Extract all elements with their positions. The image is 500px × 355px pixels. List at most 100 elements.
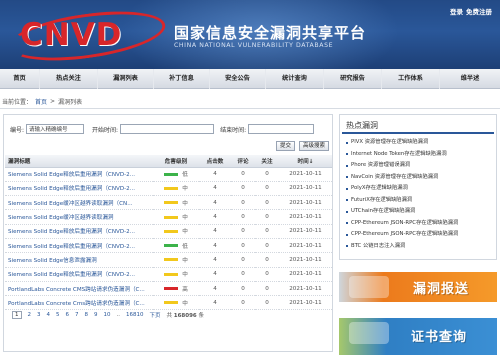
hot-vuln-item[interactable]: PolyX存在逻辑缺陷漏洞: [346, 183, 496, 195]
hot-vuln-item[interactable]: Phore 资源管理错误漏洞: [346, 160, 496, 172]
nav-item-misc[interactable]: 维半述: [440, 69, 500, 89]
nav-item-system[interactable]: 工作体系: [382, 69, 440, 89]
severity-indicator: 中: [164, 299, 188, 307]
page-10[interactable]: 10: [104, 312, 111, 318]
date-cell: 2021-10-11: [279, 167, 332, 182]
severity-label: 中: [182, 272, 188, 279]
page-6[interactable]: 6: [66, 312, 70, 318]
hot-vuln-item[interactable]: CPP-Ethereum JSON-RPC存在逻辑缺陷漏洞: [346, 218, 496, 230]
id-input[interactable]: [26, 124, 85, 134]
table-row[interactable]: Siemens Solid Edge信息泄露漏洞中 4 0 0 2021-10-11: [5, 252, 332, 268]
clicks-cell: 4: [199, 238, 231, 254]
col-date[interactable]: 时间↓: [279, 155, 332, 168]
severity-cell: 中: [153, 181, 199, 197]
follows-cell: 0: [255, 267, 279, 282]
hot-vuln-item[interactable]: UTChain存在逻辑缺陷漏洞: [346, 206, 496, 218]
vuln-title-link[interactable]: Siemens Solid Edge释放后重用漏洞（CNVD-2...: [5, 181, 153, 197]
col-follows[interactable]: 关注: [255, 155, 279, 168]
vuln-title-link[interactable]: Siemens Solid Edge释放后重用漏洞（CNVD-2...: [5, 167, 153, 182]
hot-vuln-panel: 热点漏洞 PIVX 资源管理存在逻辑缺陷漏洞 Internet Node Toke…: [339, 114, 497, 260]
table-row[interactable]: Siemens Solid Edge释放后重用漏洞（CNVD-2... 中 4 0 0 2…: [5, 224, 332, 239]
hot-vuln-label: Internet Node Token存在逻辑缺陷漏洞: [351, 150, 447, 157]
table-row[interactable]: Siemens Solid Edge释放后重用漏洞（CNVD-2... 低 4 0 0 2…: [5, 167, 332, 182]
search-form: 编号: 开始时间: 结束时间:: [10, 124, 315, 134]
page-8[interactable]: 8: [85, 312, 89, 318]
table-row[interactable]: Siemens Solid Edge释放后重用漏洞（CNVD-2... 中 4 0 0 2…: [5, 267, 332, 282]
table-row[interactable]: Siemens Solid Edge释放后重用漏洞（CNVD-2... 低 4 0 0 2…: [5, 238, 332, 254]
page-5[interactable]: 5: [56, 312, 60, 318]
vuln-title-link[interactable]: Siemens Solid Edge释放后重用漏洞（CNVD-2...: [5, 238, 153, 254]
nav-item-patch[interactable]: 补丁信息: [154, 69, 210, 89]
end-time-input[interactable]: [248, 124, 315, 134]
hot-vuln-item[interactable]: CPP-Ethereum JSON-RPC存在逻辑缺陷漏洞: [346, 229, 496, 241]
breadcrumb-home[interactable]: 首页: [35, 97, 47, 106]
follows-cell: 0: [255, 195, 279, 211]
vuln-title-link[interactable]: Siemens Solid Edge释放后重用漏洞（CNVD-2...: [5, 267, 153, 282]
hot-vuln-item[interactable]: Internet Node Token存在逻辑缺陷漏洞: [346, 149, 496, 161]
page-last[interactable]: 16810: [126, 312, 144, 318]
follows-cell: 0: [255, 252, 279, 268]
cert-banner[interactable]: 证书查询: [339, 318, 497, 355]
table-row[interactable]: PortlandLabs Concrete Cms跨站请求伪造漏洞（C... 中 4…: [5, 295, 332, 311]
vuln-title-link[interactable]: Siemens Solid Edge信息泄露漏洞: [5, 252, 153, 268]
table-header-row: 漏洞标题 危害级别 点击数 评论 关注 时间↓: [5, 155, 332, 168]
col-comments[interactable]: 评论: [231, 155, 255, 168]
hot-vuln-item[interactable]: FuturiX存在逻辑缺陷漏洞: [346, 195, 496, 207]
follows-cell: 0: [255, 224, 279, 239]
severity-bar: [164, 229, 179, 233]
id-label: 编号:: [10, 126, 25, 134]
nav-item-stats[interactable]: 统计查询: [266, 69, 324, 89]
vuln-title-link[interactable]: Siemens Solid Edge释放后重用漏洞（CNVD-2...: [5, 224, 153, 239]
severity-label: 中: [182, 257, 188, 264]
severity-indicator: 中: [164, 184, 188, 192]
register-link[interactable]: 免费注册: [466, 6, 492, 16]
table-row[interactable]: Siemens Solid Edge缓冲区越界读取漏洞（CN... 中 4 0 0 202…: [5, 195, 332, 211]
submit-button[interactable]: 提交: [276, 141, 295, 151]
col-level[interactable]: 危害级别: [153, 155, 199, 168]
col-clicks[interactable]: 点击数: [199, 155, 231, 168]
nav-item-home[interactable]: 首页: [0, 69, 40, 89]
advanced-search-button[interactable]: 高级搜索: [299, 141, 329, 151]
severity-label: 低: [182, 243, 188, 250]
nav-item-hot[interactable]: 热点关注: [40, 69, 98, 89]
hot-vuln-item[interactable]: NavCoin 资源管理存在逻辑缺陷漏洞: [346, 172, 496, 184]
page-2[interactable]: 2: [28, 312, 32, 318]
comments-cell: 0: [231, 267, 255, 282]
page-4[interactable]: 4: [47, 312, 51, 318]
date-cell: 2021-10-11: [279, 267, 332, 282]
severity-indicator: 中: [164, 256, 188, 264]
page-9[interactable]: 9: [94, 312, 98, 318]
next-page-link[interactable]: 下页: [150, 311, 161, 319]
vuln-table: 漏洞标题 危害级别 点击数 评论 关注 时间↓ Siemens Solid Ed…: [5, 155, 332, 311]
table-row[interactable]: Siemens Solid Edge缓冲区越界读取漏洞中 4 0 0 2021-10-1…: [5, 209, 332, 225]
comments-cell: 0: [231, 295, 255, 311]
start-time-input[interactable]: [120, 124, 215, 134]
clicks-cell: 4: [199, 167, 231, 182]
nav-item-announcement[interactable]: 安全公告: [210, 69, 266, 89]
account-links: 登录 免费注册: [450, 6, 492, 16]
hot-vuln-item[interactable]: BTC 公链日志注入漏洞: [346, 241, 496, 253]
login-link[interactable]: 登录: [450, 6, 463, 16]
report-banner-text: 漏洞报送: [413, 282, 470, 297]
nav-item-vuln-list[interactable]: 漏洞列表: [98, 69, 154, 89]
severity-label: 中: [182, 215, 188, 222]
report-banner[interactable]: 漏洞报送: [339, 272, 497, 302]
page-1[interactable]: 1: [12, 311, 22, 319]
page-7[interactable]: 7: [75, 312, 79, 318]
table-row[interactable]: PortlandLabs Concrete CMS跨站请求伪造漏洞（C... 高 4…: [5, 281, 332, 297]
page-3[interactable]: 3: [37, 312, 41, 318]
severity-cell: 中: [153, 209, 199, 225]
vuln-title-link[interactable]: PortlandLabs Concrete CMS跨站请求伪造漏洞（C...: [5, 281, 153, 297]
table-row[interactable]: Siemens Solid Edge释放后重用漏洞（CNVD-2... 中 4 0 0 2…: [5, 181, 332, 197]
nav-item-report[interactable]: 研究报告: [324, 69, 382, 89]
main-nav: 首页 热点关注 漏洞列表 补丁信息 安全公告 统计查询 研究报告 工作体系 维半…: [0, 69, 500, 89]
severity-bar: [164, 272, 179, 276]
sort-down-icon: ↓: [308, 158, 314, 165]
vuln-title-link[interactable]: Siemens Solid Edge缓冲区越界读取漏洞（CN...: [5, 195, 153, 211]
site-logo[interactable]: CNVD: [20, 17, 122, 53]
vuln-title-link[interactable]: Siemens Solid Edge缓冲区越界读取漏洞: [5, 209, 153, 225]
hot-vuln-item[interactable]: PIVX 资源管理存在逻辑缺陷漏洞: [346, 137, 496, 149]
comments-cell: 0: [231, 209, 255, 225]
col-title[interactable]: 漏洞标题: [5, 155, 153, 168]
vuln-title-link[interactable]: PortlandLabs Concrete Cms跨站请求伪造漏洞（C...: [5, 295, 153, 311]
